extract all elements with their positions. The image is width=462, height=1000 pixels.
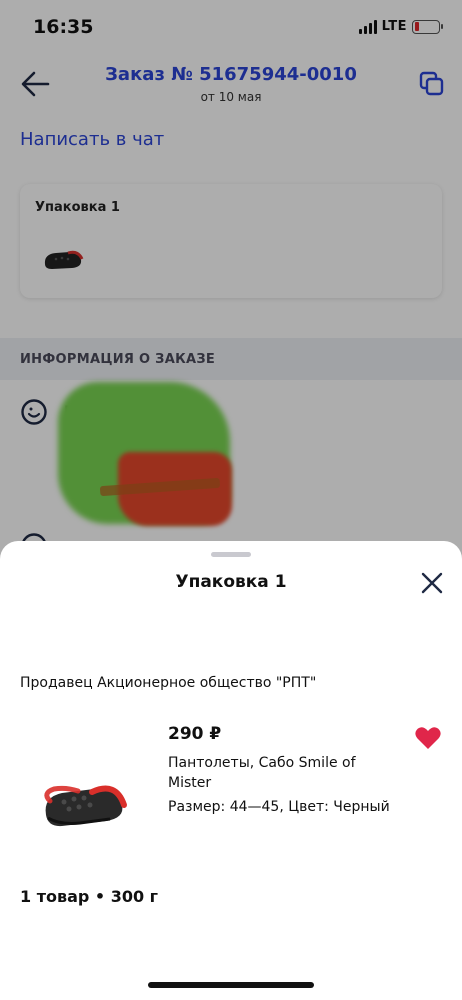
product-name: Пантолеты, Сабо Smile of Mister <box>168 755 356 791</box>
sheet-title: Упаковка 1 <box>175 572 287 592</box>
sheet-grabber[interactable] <box>211 552 251 557</box>
package-bottom-sheet: Упаковка 1 Продавец Акционерное общество… <box>0 541 462 1000</box>
package-summary: 1 товар • 300 г <box>20 887 159 906</box>
close-icon[interactable] <box>420 571 444 595</box>
product-image <box>44 785 127 827</box>
seller-label: Продавец Акционерное общество "РПТ" <box>20 675 317 691</box>
home-indicator[interactable] <box>148 982 314 988</box>
product-price: 290 ₽ <box>168 724 222 744</box>
heart-icon[interactable] <box>414 725 442 751</box>
product-item[interactable]: 290 ₽ Пантолеты, Сабо Smile of Mister Ра… <box>0 719 462 849</box>
product-attributes: Размер: 44—45, Цвет: Черный <box>168 799 390 815</box>
